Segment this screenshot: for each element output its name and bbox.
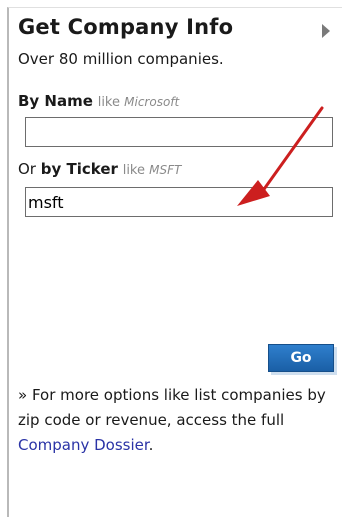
by-ticker-hint: like MSFT — [123, 163, 182, 178]
company-dossier-link[interactable]: Company Dossier — [18, 436, 149, 454]
more-options-bullet: » — [18, 386, 28, 404]
by-ticker-label-bold: by Ticker — [40, 160, 118, 178]
more-options-suffix: . — [148, 436, 154, 454]
by-name-hint-prefix: like — [97, 95, 120, 110]
by-ticker-hint-prefix: like — [122, 163, 145, 178]
widget-title: Get Company Info — [18, 15, 234, 39]
ticker-input[interactable] — [25, 187, 333, 217]
by-ticker-label-prefix: Or — [18, 160, 36, 178]
by-name-label: By Name like Microsoft — [18, 92, 179, 110]
go-button[interactable]: Go — [268, 344, 334, 372]
more-options-body: For more options like list companies by … — [18, 386, 326, 429]
more-options-text: » For more options like list companies b… — [18, 383, 340, 458]
widget-subtitle: Over 80 million companies. — [18, 50, 224, 68]
by-ticker-label: Or by Ticker like MSFT — [18, 160, 181, 178]
by-name-hint: like Microsoft — [98, 95, 180, 110]
play-right-icon[interactable] — [322, 24, 330, 38]
by-name-hint-example: Microsoft — [124, 95, 180, 109]
company-name-input[interactable] — [25, 117, 333, 147]
by-ticker-hint-example: MSFT — [149, 163, 182, 177]
by-name-label-bold: By Name — [18, 92, 93, 110]
